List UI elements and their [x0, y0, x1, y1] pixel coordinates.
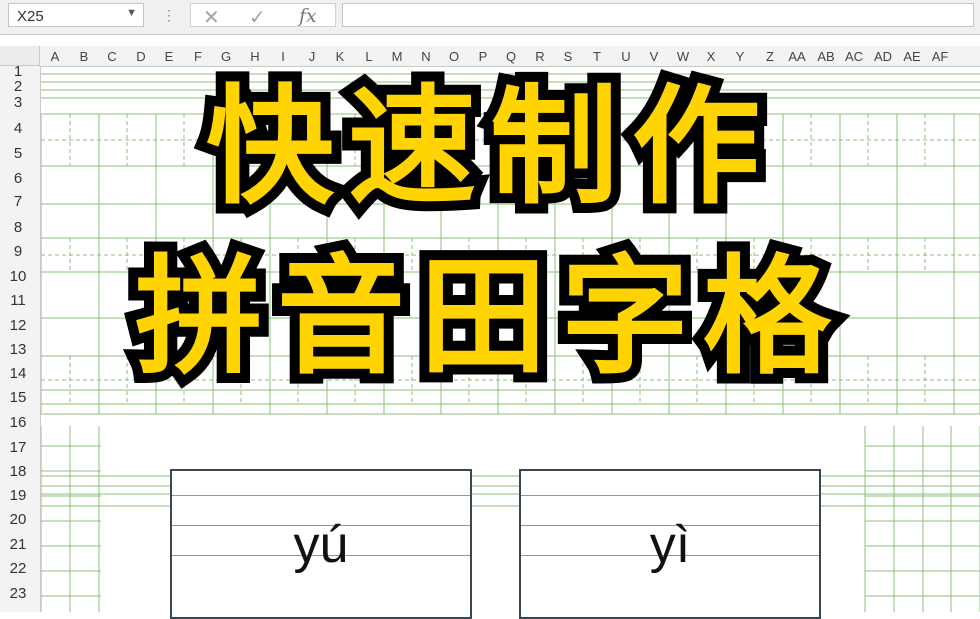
column-header-s[interactable]: S: [554, 49, 582, 64]
row-header: 1 2 3 4 5 6 7 8 9 10 11 12 13 14 15 16 17 18 19 20 21 22 23: [0, 63, 41, 612]
row-header-11[interactable]: 11: [0, 292, 36, 309]
column-header: A B C D E F G H I J K L M N O P Q R S T U V W X Y Z AA AB AC AD AE AF: [0, 46, 980, 67]
column-header-e[interactable]: E: [155, 49, 183, 64]
tianzige-card[interactable]: yú: [170, 469, 472, 619]
pinyin-rule-line: [172, 495, 470, 496]
column-header-m[interactable]: M: [383, 49, 411, 64]
column-header-ad[interactable]: AD: [869, 49, 897, 64]
column-header-j[interactable]: J: [298, 49, 326, 64]
name-box[interactable]: X25 ▼: [8, 3, 144, 27]
row-header-16[interactable]: 16: [0, 414, 36, 431]
row-header-21[interactable]: 21: [0, 536, 36, 553]
column-header-b[interactable]: B: [70, 49, 98, 64]
column-header-af[interactable]: AF: [926, 49, 954, 64]
name-box-value: X25: [17, 8, 44, 25]
row-header-19[interactable]: 19: [0, 487, 36, 504]
row-header-18[interactable]: 18: [0, 463, 36, 480]
pinyin-text: yì: [649, 516, 691, 574]
column-header-ab[interactable]: AB: [812, 49, 840, 64]
enter-icon[interactable]: ✓: [249, 5, 266, 30]
row-header-15[interactable]: 15: [0, 389, 36, 406]
row-header-8[interactable]: 8: [0, 219, 36, 236]
column-header-z[interactable]: Z: [756, 49, 784, 64]
pinyin-rule-line: [521, 495, 819, 496]
formula-bar: X25 ▼ ⋮ ✕ ✓ fx: [0, 0, 980, 35]
cancel-icon[interactable]: ✕: [203, 5, 220, 30]
chevron-down-icon[interactable]: ▼: [126, 7, 137, 19]
formula-input[interactable]: [342, 3, 974, 27]
formula-buttons: ✕ ✓ fx: [190, 3, 336, 30]
pinyin-text: yú: [293, 516, 349, 574]
row-header-17[interactable]: 17: [0, 439, 36, 456]
row-header-2[interactable]: 2: [0, 78, 36, 95]
column-header-u[interactable]: U: [612, 49, 640, 64]
column-header-w[interactable]: W: [669, 49, 697, 64]
row-header-10[interactable]: 10: [0, 268, 36, 285]
column-header-a[interactable]: A: [41, 49, 69, 64]
insert-function-icon[interactable]: fx: [299, 5, 317, 27]
column-header-k[interactable]: K: [326, 49, 354, 64]
row-header-20[interactable]: 20: [0, 511, 36, 528]
row-header-6[interactable]: 6: [0, 170, 36, 187]
row-header-4[interactable]: 4: [0, 120, 36, 137]
column-header-ae[interactable]: AE: [898, 49, 926, 64]
row-header-12[interactable]: 12: [0, 317, 36, 334]
column-header-x[interactable]: X: [697, 49, 725, 64]
column-header-i[interactable]: I: [269, 49, 297, 64]
column-header-n[interactable]: N: [412, 49, 440, 64]
row-header-3[interactable]: 3: [0, 94, 36, 111]
column-header-f[interactable]: F: [184, 49, 212, 64]
column-header-ac[interactable]: AC: [840, 49, 868, 64]
column-header-g[interactable]: G: [212, 49, 240, 64]
row-header-7[interactable]: 7: [0, 193, 36, 210]
drag-handle-icon[interactable]: ⋮: [162, 6, 176, 24]
tianzige-card[interactable]: yì: [519, 469, 821, 619]
row-header-23[interactable]: 23: [0, 585, 36, 602]
column-header-t[interactable]: T: [583, 49, 611, 64]
row-header-9[interactable]: 9: [0, 243, 36, 260]
column-header-c[interactable]: C: [98, 49, 126, 64]
column-header-p[interactable]: P: [469, 49, 497, 64]
row-header-14[interactable]: 14: [0, 365, 36, 382]
column-header-v[interactable]: V: [640, 49, 668, 64]
column-header-l[interactable]: L: [355, 49, 383, 64]
column-header-o[interactable]: O: [440, 49, 468, 64]
column-header-y[interactable]: Y: [726, 49, 754, 64]
column-header-d[interactable]: D: [127, 49, 155, 64]
column-header-r[interactable]: R: [526, 49, 554, 64]
column-header-q[interactable]: Q: [497, 49, 525, 64]
row-header-13[interactable]: 13: [0, 341, 36, 358]
column-header-h[interactable]: H: [241, 49, 269, 64]
row-header-5[interactable]: 5: [0, 145, 36, 162]
column-header-aa[interactable]: AA: [783, 49, 811, 64]
row-header-22[interactable]: 22: [0, 560, 36, 577]
